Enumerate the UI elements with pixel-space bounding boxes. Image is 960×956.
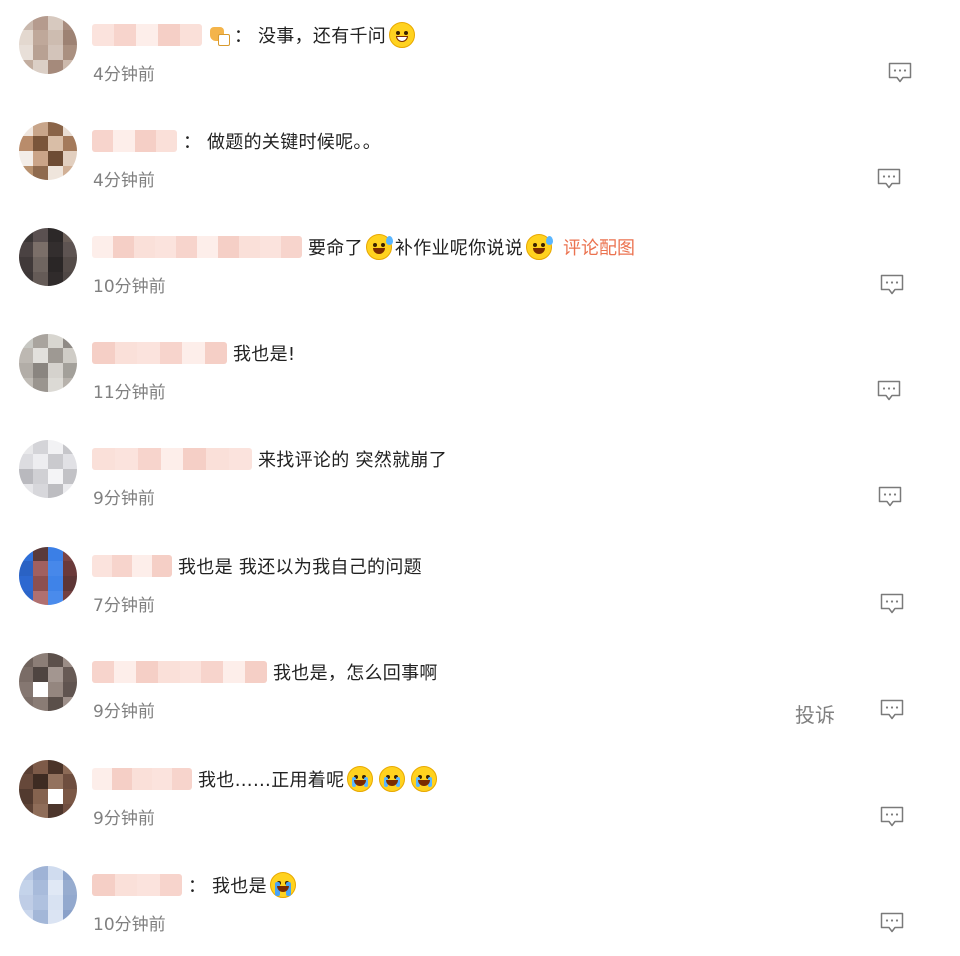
comment-time: 11分钟前 (93, 383, 166, 403)
comment-text: 补作业呢你说说 (394, 238, 524, 259)
crying-laughing-emoji-icon (347, 766, 374, 792)
username-redacted[interactable] (92, 874, 182, 896)
avatar[interactable] (19, 122, 77, 180)
comment-content: ： 做题的关键时候呢。。 (92, 126, 381, 156)
comment-item: 我也是! 11分钟前 (0, 318, 960, 424)
comment-text: 来找评论的 突然就崩了 (258, 450, 448, 471)
comment-image-link[interactable]: 评论配图 (563, 234, 635, 260)
comment-time: 10分钟前 (93, 915, 166, 935)
sweating-emoji-icon (526, 234, 554, 260)
avatar[interactable] (19, 866, 77, 924)
reply-icon[interactable] (880, 699, 904, 721)
reply-icon[interactable] (880, 274, 904, 296)
username-redacted[interactable] (92, 661, 267, 683)
crying-laughing-emoji-icon (379, 766, 406, 792)
hand-sticker-icon (208, 24, 230, 46)
sobbing-emoji-icon (269, 872, 296, 898)
comment-text: 没事，还有千问 (258, 26, 387, 47)
reply-icon[interactable] (877, 168, 901, 190)
comment-text: 做题的关键时候呢。。 (207, 132, 381, 153)
comment-content: 来找评论的 突然就崩了 (92, 444, 447, 474)
comment-text: 我也……正用着呢 (198, 770, 345, 791)
reply-icon[interactable] (880, 806, 904, 828)
comment-item: 我也……正用着呢 9分钟前 (0, 744, 960, 850)
username-redacted[interactable] (92, 342, 227, 364)
crying-laughing-emoji-icon (411, 766, 438, 792)
username-redacted[interactable] (92, 555, 172, 577)
avatar[interactable] (19, 334, 77, 392)
username-redacted[interactable] (92, 768, 192, 790)
colon-separator: ： (188, 876, 206, 897)
comment-item: ： 我也是 10分钟前 (0, 850, 960, 956)
reply-icon[interactable] (877, 380, 901, 402)
comment-text: 我也是! (233, 344, 296, 365)
username-redacted[interactable] (92, 448, 252, 470)
reply-icon[interactable] (878, 486, 902, 508)
comment-content: 要命了 补作业呢你说说 评论配图 (92, 232, 635, 262)
colon-separator: ： (234, 26, 252, 47)
username-redacted[interactable] (92, 24, 202, 46)
comment-content: ： 我也是 (92, 870, 299, 900)
comment-text: 要命了 (308, 238, 363, 259)
report-button[interactable]: 投诉 (795, 699, 835, 728)
comment-time: 9分钟前 (93, 489, 155, 509)
comment-item: 我也是 我还以为我自己的问题 7分钟前 (0, 531, 960, 637)
avatar[interactable] (19, 653, 77, 711)
comment-content: 我也是 我还以为我自己的问题 (92, 551, 422, 581)
laughing-emoji-icon (389, 22, 416, 48)
reply-icon[interactable] (880, 912, 904, 934)
avatar[interactable] (19, 547, 77, 605)
comment-item: 要命了 补作业呢你说说 评论配图 10分钟前 (0, 212, 960, 318)
avatar[interactable] (19, 760, 77, 818)
comment-content: ： 没事，还有千问 (92, 20, 418, 50)
comment-time: 4分钟前 (93, 171, 155, 191)
sweating-emoji-icon (365, 234, 393, 260)
comment-time: 7分钟前 (93, 596, 155, 616)
comment-content: 我也是，怎么回事啊 (92, 657, 438, 687)
comment-time: 9分钟前 (93, 702, 155, 722)
comment-time: 10分钟前 (93, 277, 166, 297)
username-redacted[interactable] (92, 236, 302, 258)
avatar[interactable] (19, 440, 77, 498)
comment-text: 我也是 (212, 876, 267, 897)
avatar[interactable] (19, 228, 77, 286)
comment-item: ： 做题的关键时候呢。。 4分钟前 (0, 106, 960, 212)
comment-list: ： 没事，还有千问 4分钟前 ： 做题的关键时候呢。。 4分钟前要命了 补作业呢你说说 评论配… (0, 0, 960, 955)
comment-text: 我也是 我还以为我自己的问题 (178, 557, 422, 578)
reply-icon[interactable] (888, 62, 912, 84)
comment-item: 来找评论的 突然就崩了 9分钟前 (0, 424, 960, 530)
reply-icon[interactable] (880, 593, 904, 615)
username-redacted[interactable] (92, 130, 177, 152)
colon-separator: ： (183, 132, 201, 153)
comment-item: ： 没事，还有千问 4分钟前 (0, 0, 960, 106)
comment-time: 4分钟前 (93, 65, 155, 85)
comment-content: 我也……正用着呢 (92, 764, 440, 794)
avatar[interactable] (19, 16, 77, 74)
comment-time: 9分钟前 (93, 809, 155, 829)
comment-content: 我也是! (92, 338, 295, 368)
comment-text: 我也是，怎么回事啊 (273, 663, 438, 684)
